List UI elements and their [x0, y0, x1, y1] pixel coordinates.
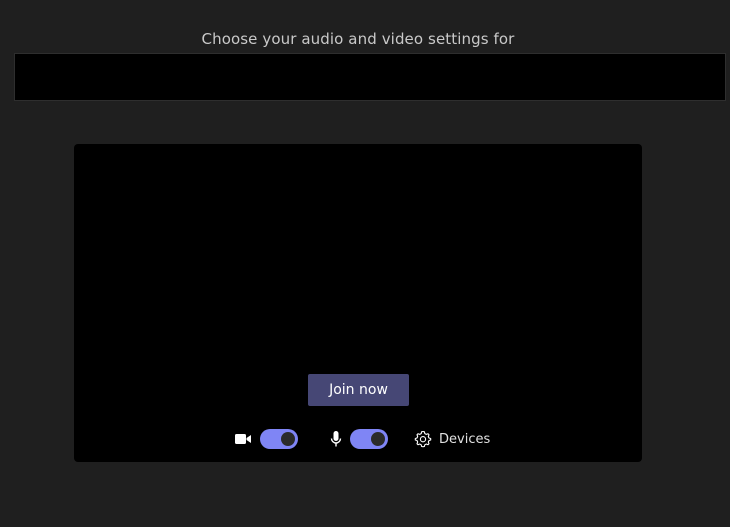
- microphone-icon: [330, 430, 342, 448]
- devices-label: Devices: [439, 431, 491, 447]
- gear-icon: [414, 430, 432, 448]
- devices-button[interactable]: Devices: [414, 430, 490, 448]
- microphone-toggle-knob: [371, 432, 385, 446]
- camera-toggle[interactable]: [260, 429, 298, 449]
- prejoin-heading: Choose your audio and video settings for: [201, 30, 515, 48]
- camera-toggle-knob: [281, 432, 295, 446]
- meeting-title-field: [14, 53, 726, 101]
- media-controls: Devices: [234, 428, 490, 450]
- video-preview: Join now Devices: [74, 144, 642, 462]
- join-now-button[interactable]: Join now: [308, 374, 409, 406]
- microphone-toggle[interactable]: [350, 429, 388, 449]
- prejoin-screen: Choose your audio and video settings for…: [0, 0, 730, 527]
- camera-icon: [234, 432, 252, 446]
